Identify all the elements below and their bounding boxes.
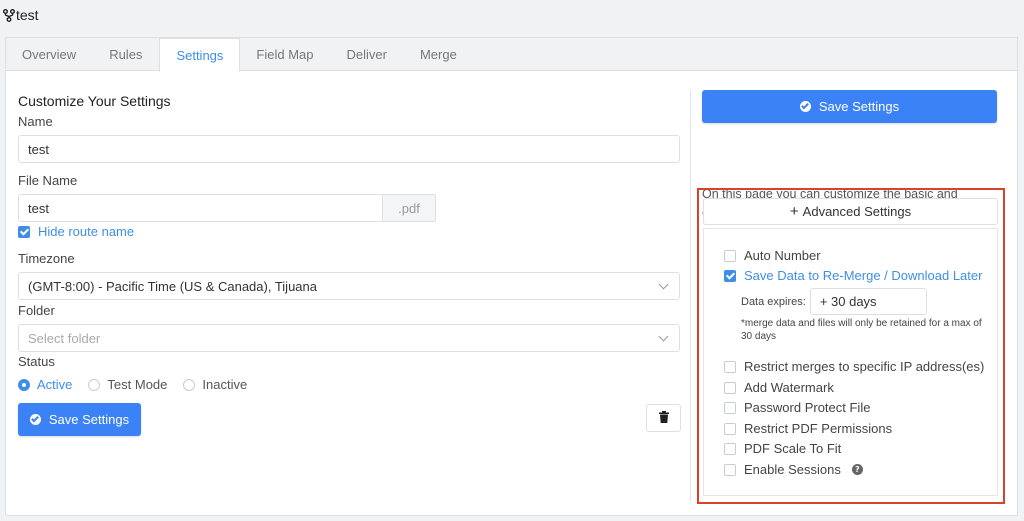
hide-route-name-label: Hide route name (38, 224, 135, 239)
restrict-pdf-checkbox[interactable]: Restrict PDF Permissions (724, 421, 892, 436)
advanced-settings-toggle[interactable]: + Advanced Settings (703, 198, 998, 225)
add-watermark-checkbox[interactable]: Add Watermark (724, 380, 834, 395)
timezone-value: (GMT-8:00) - Pacific Time (US & Canada),… (28, 278, 317, 294)
password-protect-checkbox[interactable]: Password Protect File (724, 400, 870, 415)
save-settings-label: Save Settings (48, 412, 130, 427)
chevron-down-icon (658, 279, 669, 289)
route-icon (3, 8, 15, 22)
enable-sessions-checkbox[interactable]: Enable Sessions ? (724, 462, 863, 477)
folder-placeholder: Select folder (28, 330, 101, 346)
password-protect-label: Password Protect File (744, 400, 871, 415)
radio-icon[interactable] (183, 378, 196, 391)
plus-icon: + (789, 203, 799, 220)
checkbox-icon[interactable] (724, 422, 736, 435)
restrict-pdf-label: Restrict PDF Permissions (744, 421, 893, 436)
sidebar-save-settings-button[interactable]: Save Settings (702, 90, 997, 123)
radio-icon[interactable] (18, 378, 30, 391)
settings-panel: Overview Rules Settings Field Map Delive… (5, 37, 1018, 516)
name-input[interactable]: test (18, 135, 680, 163)
tab-bar: Overview Rules Settings Field Map Delive… (6, 38, 1017, 72)
app-title: test (3, 6, 39, 24)
radio-icon[interactable] (88, 378, 101, 391)
auto-number-checkbox[interactable]: Auto Number (724, 248, 821, 263)
delete-button[interactable] (646, 404, 681, 432)
checkbox-icon[interactable] (18, 225, 30, 238)
status-label: Status (18, 354, 55, 369)
checkbox-icon[interactable] (724, 360, 736, 373)
trash-icon (658, 410, 669, 426)
sidebar-save-settings-label: Save Settings (818, 99, 900, 114)
file-name-input[interactable]: test (18, 194, 383, 222)
restrict-ip-checkbox[interactable]: Restrict merges to specific IP address(e… (724, 359, 984, 374)
pdf-scale-label: PDF Scale To Fit (744, 441, 842, 456)
advanced-settings-body: Auto Number Save Data to Re-Merge / Down… (703, 228, 998, 496)
app-title-text: test (16, 7, 39, 23)
save-data-checkbox[interactable]: Save Data to Re-Merge / Download Later (724, 268, 982, 283)
status-active-label: Active (37, 377, 73, 392)
status-active-radio[interactable]: Active (18, 377, 72, 392)
tab-field-map[interactable]: Field Map (240, 38, 330, 71)
check-circle-icon (799, 101, 811, 112)
tab-deliver[interactable]: Deliver (331, 38, 404, 71)
pdf-scale-checkbox[interactable]: PDF Scale To Fit (724, 441, 841, 456)
save-settings-button[interactable]: Save Settings (18, 403, 141, 436)
column-divider (690, 90, 691, 502)
status-inactive-label: Inactive (202, 377, 248, 392)
enable-sessions-label: Enable Sessions (744, 462, 841, 477)
status-test-mode-label: Test Mode (107, 377, 168, 392)
data-expires-label: Data expires: (741, 295, 806, 308)
chevron-down-icon (658, 331, 669, 341)
form-heading: Customize Your Settings (18, 93, 171, 109)
retention-note: *merge data and files will only be retai… (741, 318, 982, 342)
file-name-label: File Name (18, 173, 78, 188)
checkbox-icon[interactable] (724, 442, 736, 455)
checkbox-icon[interactable] (724, 463, 736, 476)
timezone-select[interactable]: (GMT-8:00) - Pacific Time (US & Canada),… (18, 272, 680, 300)
save-data-label: Save Data to Re-Merge / Download Later (744, 268, 983, 283)
checkbox-icon[interactable] (724, 249, 736, 262)
folder-select[interactable]: Select folder (18, 324, 680, 352)
auto-number-label: Auto Number (744, 248, 821, 263)
tab-merge[interactable]: Merge (404, 38, 474, 71)
status-test-mode-radio[interactable]: Test Mode (88, 377, 167, 392)
hide-route-name-checkbox[interactable]: Hide route name (18, 224, 680, 239)
checkbox-icon[interactable] (724, 381, 736, 394)
restrict-ip-label: Restrict merges to specific IP address(e… (744, 359, 985, 374)
help-icon[interactable]: ? (851, 464, 863, 475)
file-extension: .pdf (383, 194, 436, 222)
status-radio-group: Active Test Mode Inactive (18, 377, 680, 392)
status-inactive-radio[interactable]: Inactive (183, 377, 247, 392)
data-expires-row: Data expires: + 30 days (741, 288, 927, 315)
check-circle-icon (29, 414, 41, 425)
add-watermark-label: Add Watermark (744, 380, 834, 395)
timezone-label: Timezone (18, 251, 75, 266)
checkbox-icon[interactable] (724, 401, 736, 414)
tab-settings[interactable]: Settings (159, 38, 241, 72)
name-label: Name (18, 114, 53, 129)
tab-rules[interactable]: Rules (93, 38, 159, 71)
advanced-settings-label: Advanced Settings (802, 204, 912, 219)
checkbox-icon[interactable] (724, 269, 736, 282)
advanced-settings-highlight: + Advanced Settings Auto Number Save Dat… (697, 188, 1005, 504)
tab-overview[interactable]: Overview (6, 38, 93, 71)
data-expires-input[interactable]: + 30 days (809, 288, 927, 315)
folder-label: Folder (18, 303, 55, 318)
